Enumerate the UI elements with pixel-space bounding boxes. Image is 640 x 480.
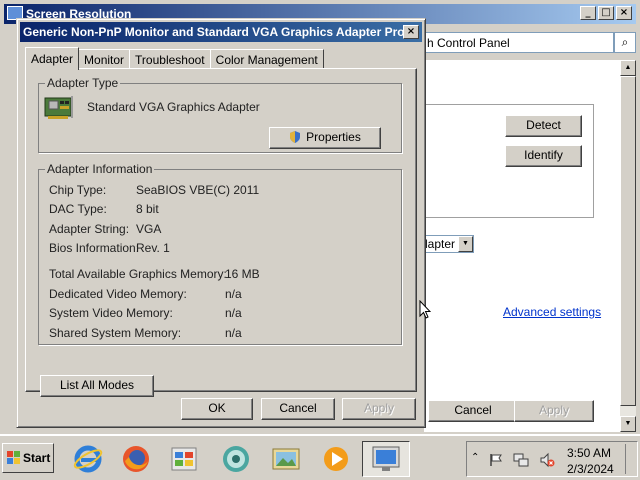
firefox-icon <box>123 446 149 472</box>
identify-button[interactable]: Identify <box>505 145 582 167</box>
address-bar-text: h Control Panel <box>427 36 510 50</box>
display-select[interactable]: lapter ▼ <box>424 235 474 253</box>
scroll-thumb[interactable] <box>620 76 636 406</box>
tab-monitor[interactable]: Monitor <box>78 49 131 69</box>
dac-type-label: DAC Type: <box>49 202 107 216</box>
adapter-tab-page: Adapter Type Standard VGA Graphics Adapt… <box>25 68 417 397</box>
tab-adapter[interactable]: Adapter <box>25 47 80 70</box>
tab-strip: Adapter Monitor Troubleshoot Color Manag… <box>25 47 324 70</box>
tray-overflow-chevron-icon[interactable]: ⌃ <box>471 452 479 463</box>
internet-explorer-icon <box>73 445 103 473</box>
tab-troubleshoot[interactable]: Troubleshoot <box>129 49 211 69</box>
taskbar-control-panel[interactable] <box>160 441 208 477</box>
adapter-type-legend: Adapter Type <box>45 76 121 90</box>
network-icon <box>223 446 249 472</box>
taskbar-media-player[interactable] <box>312 441 360 477</box>
chip-type-value: SeaBIOS VBE(C) 2011 <box>136 183 260 197</box>
address-bar[interactable]: h Control Panel <box>424 32 614 53</box>
clock-time[interactable]: 3:50 AM <box>567 446 611 460</box>
adapter-string-label: Adapter String: <box>49 222 130 236</box>
adapter-type-name: Standard VGA Graphics Adapter <box>87 100 260 114</box>
chevron-down-icon[interactable]: ▼ <box>458 236 473 252</box>
dialog-title: Generic Non-PnP Monitor and Standard VGA… <box>23 25 415 39</box>
shield-icon <box>290 131 301 143</box>
close-button[interactable]: × <box>616 6 632 20</box>
adapter-information-group: Adapter Information Chip Type: SeaBIOS V… <box>38 162 402 345</box>
system-tray: ⌃ 3:50 AM 2/3/2024 <box>466 441 638 477</box>
bg-cancel-button[interactable]: Cancel <box>428 400 518 422</box>
total-graphics-memory-label: Total Available Graphics Memory: <box>49 267 227 281</box>
clock-date[interactable]: 2/3/2024 <box>567 462 614 476</box>
scroll-down-icon[interactable]: ▼ <box>620 416 636 432</box>
photo-viewer-icon <box>272 448 300 470</box>
show-desktop-button[interactable] <box>625 444 635 474</box>
scroll-up-icon[interactable]: ▲ <box>620 60 636 76</box>
adapter-string-value: VGA <box>136 222 162 236</box>
dac-type-value: 8 bit <box>136 202 159 216</box>
display-settings-icon <box>372 446 400 471</box>
start-label: Start <box>23 451 51 465</box>
media-player-icon <box>324 447 348 471</box>
shared-system-memory-value: n/a <box>225 326 242 340</box>
system-video-memory-label: System Video Memory: <box>49 306 173 320</box>
apply-button: Apply <box>342 398 416 420</box>
taskbar-network[interactable] <box>212 441 260 477</box>
adapter-properties-dialog: Generic Non-PnP Monitor and Standard VGA… <box>16 18 426 428</box>
adapter-type-group: Adapter Type Standard VGA Graphics Adapt… <box>38 76 402 153</box>
advanced-settings-link[interactable]: Advanced settings <box>503 305 601 319</box>
taskbar: Start ⌃ 3:50 AM 2/3/2024 <box>0 434 640 480</box>
display-select-value: lapter <box>425 237 456 251</box>
mouse-cursor-icon <box>419 300 431 319</box>
cancel-button[interactable]: Cancel <box>261 398 335 420</box>
shared-system-memory-label: Shared System Memory: <box>49 326 182 340</box>
list-all-modes-button[interactable]: List All Modes <box>40 375 154 397</box>
detect-button[interactable]: Detect <box>505 115 582 137</box>
taskbar-display-settings[interactable] <box>362 441 410 477</box>
taskbar-firefox[interactable] <box>112 441 160 477</box>
taskbar-internet-explorer[interactable] <box>64 441 112 477</box>
dedicated-video-memory-label: Dedicated Video Memory: <box>49 287 187 301</box>
graphics-card-icon <box>44 96 73 119</box>
bg-apply-button: Apply <box>514 400 594 422</box>
total-graphics-memory-value: 16 MB <box>225 267 260 281</box>
search-go-icon[interactable]: ⌕ <box>614 32 636 53</box>
action-center-flag-icon[interactable] <box>489 453 503 467</box>
chip-type-label: Chip Type: <box>49 183 107 197</box>
volume-muted-icon[interactable] <box>539 452 555 468</box>
start-button[interactable]: Start <box>2 443 54 473</box>
ok-button[interactable]: OK <box>181 398 253 420</box>
properties-button[interactable]: Properties <box>269 127 381 149</box>
properties-button-label: Properties <box>306 130 361 144</box>
dialog-titlebar[interactable]: Generic Non-PnP Monitor and Standard VGA… <box>20 22 422 42</box>
minimize-button[interactable]: _ <box>580 6 596 20</box>
network-tray-icon[interactable] <box>513 452 529 468</box>
control-panel-icon <box>171 447 197 471</box>
dedicated-video-memory-value: n/a <box>225 287 242 301</box>
system-video-memory-value: n/a <box>225 306 242 320</box>
adapter-information-legend: Adapter Information <box>45 162 155 176</box>
vertical-scrollbar[interactable]: ▲ ▼ <box>620 60 636 432</box>
taskbar-photo-viewer[interactable] <box>262 441 310 477</box>
tab-color-management[interactable]: Color Management <box>209 49 324 69</box>
bios-information-label: Bios Information: <box>49 241 140 255</box>
maximize-button[interactable]: □ <box>598 6 614 20</box>
bios-information-value: Rev. 1 <box>136 241 170 255</box>
windows-logo-icon <box>7 451 20 464</box>
dialog-close-button[interactable]: × <box>403 25 419 39</box>
